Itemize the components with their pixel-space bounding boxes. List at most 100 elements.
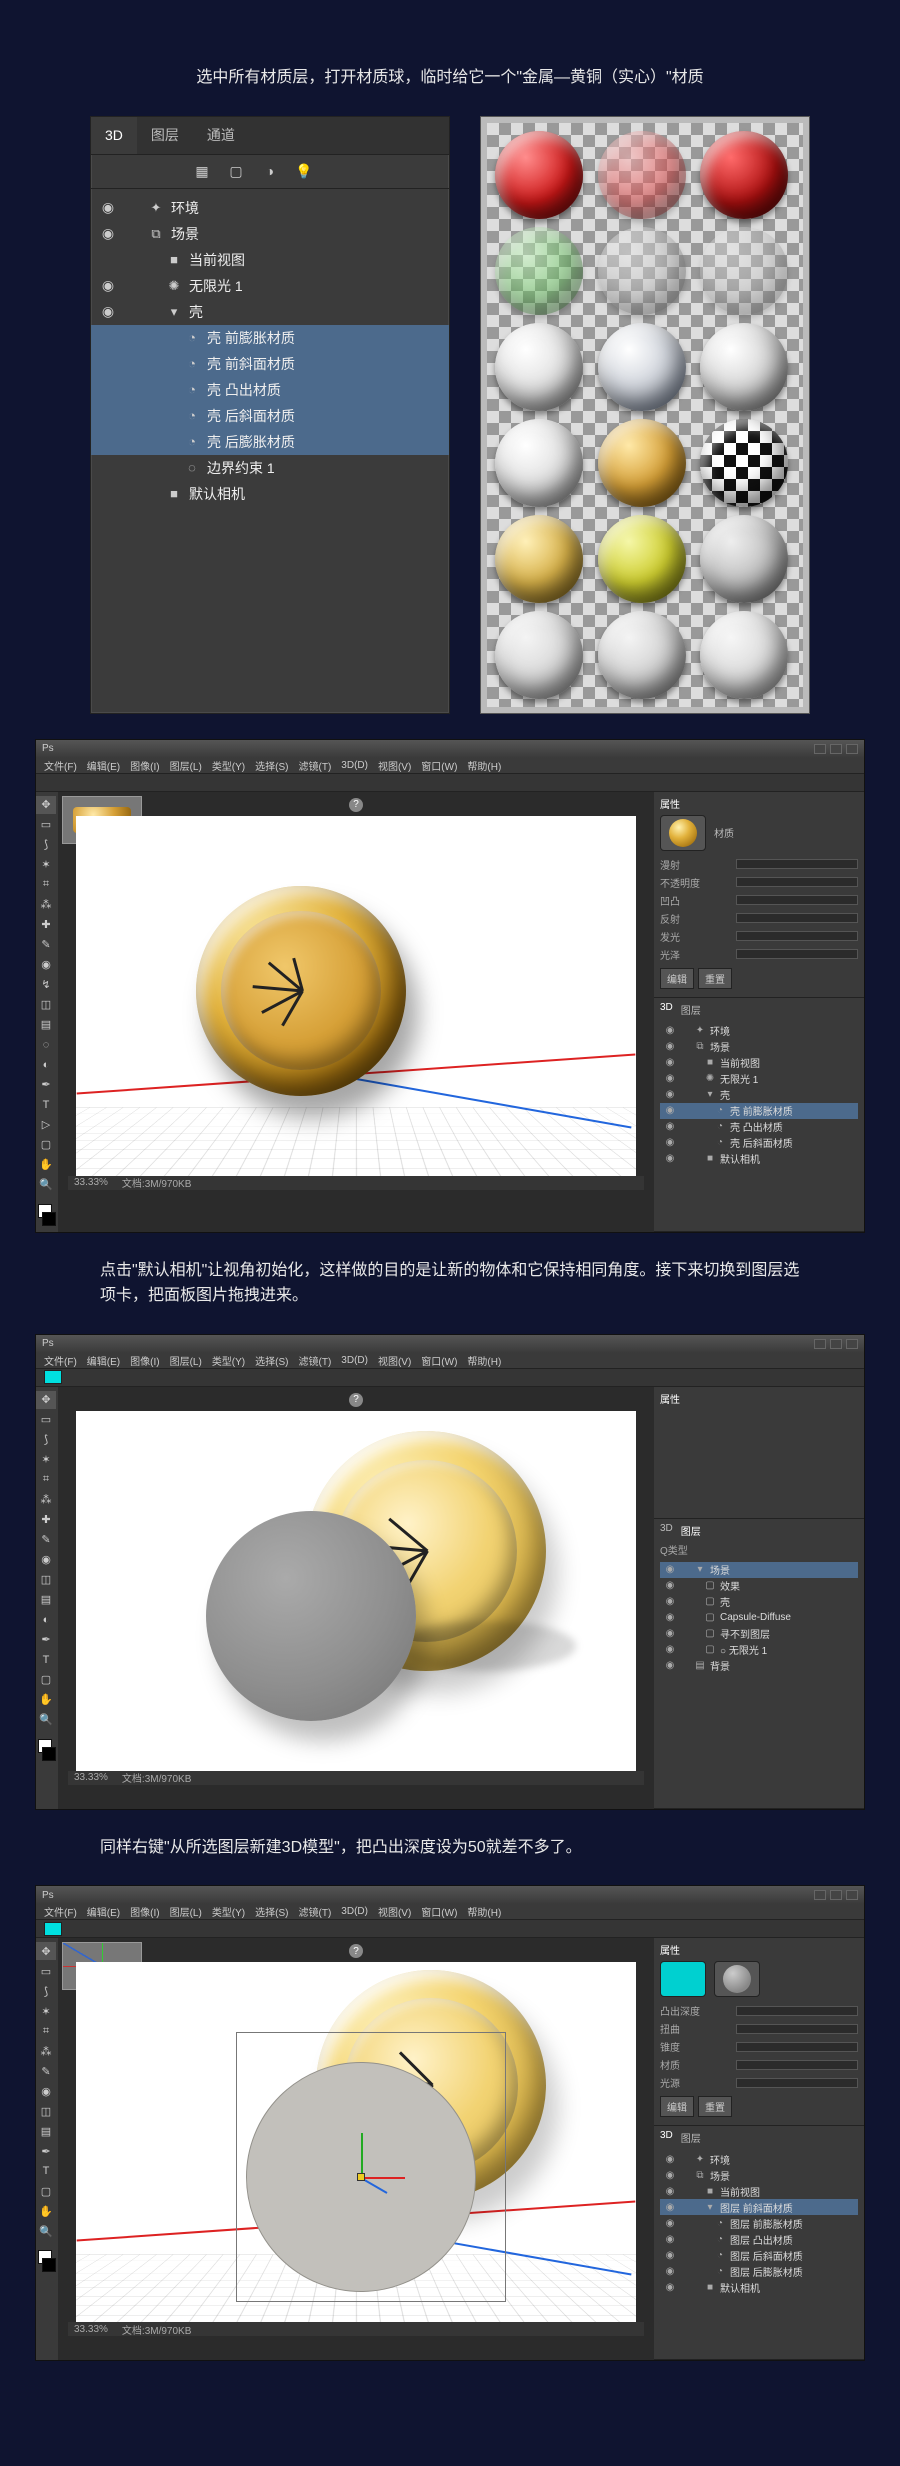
dodge-tool[interactable]: ◐ (36, 1056, 56, 1074)
tree-item[interactable]: ◉✺无限光 1 (91, 273, 449, 299)
visibility-eye-icon[interactable]: ◉ (664, 1025, 676, 1036)
visibility-eye-icon[interactable]: ◉ (99, 225, 117, 243)
visibility-eye-icon[interactable] (99, 485, 117, 503)
material-preview-thumb[interactable] (660, 815, 706, 851)
visibility-eye-icon[interactable] (99, 251, 117, 269)
menu-item[interactable]: 编辑(E) (87, 1904, 120, 1919)
tree-item[interactable]: ◉✺无限光 1 (660, 1071, 858, 1087)
brush-tool[interactable]: ✎ (36, 2062, 56, 2080)
new-3d-disc[interactable] (246, 2062, 476, 2292)
visibility-eye-icon[interactable]: ◉ (664, 1121, 676, 1132)
tree-item[interactable]: ◔壳 后斜面材质 (91, 403, 449, 429)
visibility-eye-icon[interactable]: ◉ (664, 2202, 676, 2213)
canvas[interactable] (76, 816, 636, 1176)
material-ball[interactable] (700, 515, 788, 603)
material-ball[interactable] (700, 611, 788, 699)
eyedropper-tool[interactable]: ⁂ (36, 1491, 56, 1509)
props-tab[interactable]: 属性 (660, 1391, 680, 1406)
tree-item[interactable]: ◔壳 前膨胀材质 (91, 325, 449, 351)
material-ball[interactable] (495, 131, 583, 219)
close-button[interactable] (846, 1339, 858, 1349)
stamp-tool[interactable]: ◉ (36, 956, 56, 974)
prop-slider[interactable] (736, 931, 858, 941)
minimize-button[interactable] (814, 744, 826, 754)
tree-item[interactable]: ◉■当前视图 (660, 2183, 858, 2199)
eraser-tool[interactable]: ◫ (36, 1571, 56, 1589)
tree-item[interactable]: ◉⧉场景 (91, 221, 449, 247)
new-layer-disc[interactable] (206, 1511, 416, 1721)
hand-tool[interactable]: ✋ (36, 1156, 56, 1174)
menu-item[interactable]: 图层(L) (170, 758, 202, 773)
wand-tool[interactable]: ✶ (36, 1451, 56, 1469)
visibility-eye-icon[interactable]: ◉ (664, 2282, 676, 2293)
tab-channels[interactable]: 通道 (193, 117, 249, 154)
material-ball[interactable] (700, 323, 788, 411)
menu-item[interactable]: 文件(F) (44, 758, 77, 773)
material-ball[interactable] (598, 227, 686, 315)
material-preview-thumb[interactable] (660, 1961, 706, 1997)
eyedropper-tool[interactable]: ⁂ (36, 896, 56, 914)
tab-layers[interactable]: 图层 (137, 117, 193, 154)
menu-item[interactable]: 类型(Y) (212, 1353, 245, 1368)
tree-item[interactable]: ◉◔图层 后斜面材质 (660, 2247, 858, 2263)
menu-item[interactable]: 帮助(H) (467, 758, 501, 773)
menu-item[interactable]: 3D(D) (341, 1355, 368, 1366)
menu-item[interactable]: 图层(L) (170, 1904, 202, 1919)
menu-item[interactable]: 图像(I) (130, 1353, 159, 1368)
color-wells[interactable] (36, 1737, 58, 1763)
mesh-preview-thumb[interactable] (714, 1961, 760, 1997)
menu-item[interactable]: 滤镜(T) (299, 1904, 332, 1919)
color-wells[interactable] (36, 1202, 58, 1228)
gradient-tool[interactable]: ▤ (36, 2122, 56, 2140)
tree-item[interactable]: ◔壳 前斜面材质 (91, 351, 449, 377)
brush-tool[interactable]: ✎ (36, 1531, 56, 1549)
visibility-eye-icon[interactable]: ◉ (664, 1644, 676, 1655)
menu-item[interactable]: 选择(S) (255, 1353, 288, 1368)
visibility-eye-icon[interactable]: ◉ (664, 1596, 676, 1607)
marquee-tool[interactable]: ▭ (36, 1411, 56, 1429)
tree-item[interactable]: ◉✦环境 (91, 195, 449, 221)
move-tool[interactable]: ✥ (36, 796, 56, 814)
help-badge-icon[interactable]: ? (349, 798, 363, 812)
pen-tool[interactable]: ✒ (36, 1076, 56, 1094)
menu-item[interactable]: 视图(V) (378, 1904, 411, 1919)
layer-item[interactable]: ◉▢Capsule-Diffuse (660, 1610, 858, 1626)
material-ball[interactable] (598, 611, 686, 699)
tree-item[interactable]: ◔壳 后膨胀材质 (91, 429, 449, 455)
heal-tool[interactable]: ✚ (36, 916, 56, 934)
tree-item[interactable]: ◉■默认相机 (660, 1151, 858, 1167)
tree-item[interactable]: ◔壳 凸出材质 (91, 377, 449, 403)
tree-item[interactable]: ◉▾图层 前斜面材质 (660, 2199, 858, 2215)
material-ball[interactable] (495, 515, 583, 603)
lasso-tool[interactable]: ⟆ (36, 1431, 56, 1449)
history-brush-tool[interactable]: ↯ (36, 976, 56, 994)
menu-item[interactable]: 窗口(W) (421, 1353, 457, 1368)
pen-tool[interactable]: ✒ (36, 1631, 56, 1649)
material-ball[interactable] (700, 419, 788, 507)
crop-tool[interactable]: ⌗ (36, 2022, 56, 2040)
tree-item[interactable]: ■默认相机 (91, 481, 449, 507)
visibility-eye-icon[interactable]: ◉ (99, 303, 117, 321)
menu-item[interactable]: 文件(F) (44, 1353, 77, 1368)
filter-light-icon[interactable]: 💡 (293, 160, 315, 182)
fill-swatch[interactable] (44, 1922, 62, 1936)
wand-tool[interactable]: ✶ (36, 2002, 56, 2020)
tab-layers-mini[interactable]: 图层 (681, 1002, 701, 1017)
filter-scene-icon[interactable]: ▦ (191, 160, 213, 182)
prop-slider[interactable] (736, 2042, 858, 2052)
prop-slider[interactable] (736, 949, 858, 959)
visibility-eye-icon[interactable] (99, 407, 117, 425)
visibility-eye-icon[interactable]: ◉ (664, 1612, 676, 1623)
material-ball[interactable] (598, 323, 686, 411)
menu-item[interactable]: 滤镜(T) (299, 758, 332, 773)
tree-item[interactable]: ■当前视图 (91, 247, 449, 273)
tree-item[interactable]: ◉◔壳 后斜面材质 (660, 1135, 858, 1151)
edit-button[interactable]: 编辑 (660, 968, 694, 989)
menu-item[interactable]: 图层(L) (170, 1353, 202, 1368)
visibility-eye-icon[interactable]: ◉ (664, 1628, 676, 1639)
move-tool[interactable]: ✥ (36, 1391, 56, 1409)
prop-slider[interactable] (736, 913, 858, 923)
menu-item[interactable]: 帮助(H) (467, 1353, 501, 1368)
menu-item[interactable]: 窗口(W) (421, 758, 457, 773)
tree-item[interactable]: ◉✦环境 (660, 2151, 858, 2167)
